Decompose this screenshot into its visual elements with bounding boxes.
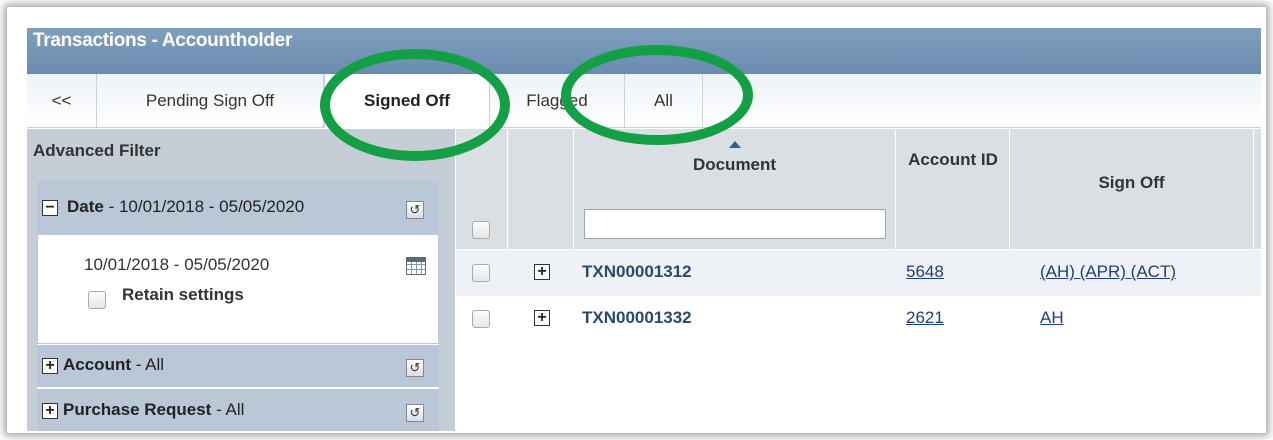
account-id-link[interactable]: 2621 bbox=[906, 308, 944, 328]
purchase-request-filter-summary: - All bbox=[211, 400, 245, 419]
account-id-column-header[interactable]: Account ID bbox=[896, 129, 1010, 249]
advanced-filter-panel: Advanced Filter − Date - 10/01/2018 - 05… bbox=[27, 129, 455, 431]
document-id[interactable]: TXN00001332 bbox=[582, 308, 692, 328]
date-filter-body: 10/01/2018 - 05/05/2020 Retain settings bbox=[37, 235, 439, 344]
screenshot-frame: Transactions - Accountholder << Pending … bbox=[6, 6, 1267, 434]
date-filter-label: Date - 10/01/2018 - 05/05/2020 bbox=[67, 197, 304, 217]
expand-row-icon[interactable]: + bbox=[534, 264, 550, 280]
document-column-header[interactable]: Document bbox=[574, 129, 896, 249]
account-filter-section[interactable]: + Account - All ↺ bbox=[37, 345, 439, 388]
document-column-label[interactable]: Document bbox=[574, 155, 895, 175]
row-checkbox[interactable] bbox=[472, 264, 490, 282]
filter-sections: − Date - 10/01/2018 - 05/05/2020 ↺ 10/01… bbox=[37, 181, 439, 431]
account-filter-label: Account - All bbox=[63, 355, 164, 375]
reset-icon[interactable]: ↺ bbox=[406, 359, 424, 377]
sign-off-column-label[interactable]: Sign Off bbox=[1010, 173, 1253, 193]
purchase-request-filter-section[interactable]: + Purchase Request - All ↺ bbox=[37, 389, 439, 431]
tab-bar: << Pending Sign Off Signed Off Flagged A… bbox=[27, 74, 1261, 128]
document-id[interactable]: TXN00001312 bbox=[582, 262, 692, 282]
transactions-window: Transactions - Accountholder << Pending … bbox=[27, 28, 1261, 431]
sign-off-column-header[interactable]: Sign Off bbox=[1010, 129, 1254, 249]
expand-icon[interactable]: + bbox=[42, 403, 58, 419]
window-title: Transactions - Accountholder bbox=[27, 28, 1261, 74]
sign-off-link[interactable]: AH bbox=[1040, 308, 1064, 328]
purchase-request-filter-label: Purchase Request - All bbox=[63, 400, 244, 420]
date-range-value[interactable]: 10/01/2018 - 05/05/2020 bbox=[84, 255, 269, 275]
calendar-icon[interactable] bbox=[406, 257, 426, 275]
sort-ascending-icon[interactable] bbox=[728, 141, 741, 148]
account-id-link[interactable]: 5648 bbox=[906, 262, 944, 282]
purchase-request-filter-name: Purchase Request bbox=[63, 400, 212, 419]
date-filter-summary: - 10/01/2018 - 05/05/2020 bbox=[103, 197, 305, 216]
account-id-column-label[interactable]: Account ID bbox=[896, 151, 1010, 169]
tab-flagged[interactable]: Flagged bbox=[490, 74, 625, 128]
tab-pending-sign-off[interactable]: Pending Sign Off bbox=[97, 74, 324, 128]
retain-settings-label: Retain settings bbox=[122, 285, 244, 304]
table-row[interactable]: + TXN00001332 2621 AH bbox=[456, 296, 1261, 342]
account-filter-name: Account bbox=[63, 355, 131, 374]
date-filter-section[interactable]: − Date - 10/01/2018 - 05/05/2020 ↺ bbox=[37, 181, 439, 235]
expand-icon[interactable]: + bbox=[42, 358, 58, 374]
collapse-icon[interactable]: − bbox=[42, 200, 58, 216]
tab-all[interactable]: All bbox=[625, 74, 703, 128]
sign-off-link[interactable]: (AH) (APR) (ACT) bbox=[1040, 262, 1176, 282]
reset-icon[interactable]: ↺ bbox=[406, 201, 424, 219]
tab-signed-off[interactable]: Signed Off bbox=[324, 74, 490, 128]
advanced-filter-header: Advanced Filter bbox=[33, 141, 161, 160]
retain-settings-checkbox[interactable] bbox=[88, 291, 106, 309]
expand-column-header bbox=[508, 129, 574, 249]
tab-collapse[interactable]: << bbox=[27, 74, 97, 128]
reset-icon[interactable]: ↺ bbox=[406, 404, 424, 422]
select-column-header bbox=[456, 129, 508, 249]
transactions-grid: Document Account ID Sign Off + TXN000013… bbox=[456, 129, 1261, 431]
account-filter-summary: - All bbox=[131, 355, 165, 374]
select-all-checkbox[interactable] bbox=[472, 221, 490, 239]
document-filter-input[interactable] bbox=[584, 209, 886, 239]
table-row[interactable]: + TXN00001312 5648 (AH) (APR) (ACT) bbox=[456, 250, 1261, 296]
expand-row-icon[interactable]: + bbox=[534, 310, 550, 326]
grid-header: Document Account ID Sign Off bbox=[456, 129, 1261, 249]
date-filter-name: Date bbox=[67, 197, 104, 216]
row-checkbox[interactable] bbox=[472, 310, 490, 328]
